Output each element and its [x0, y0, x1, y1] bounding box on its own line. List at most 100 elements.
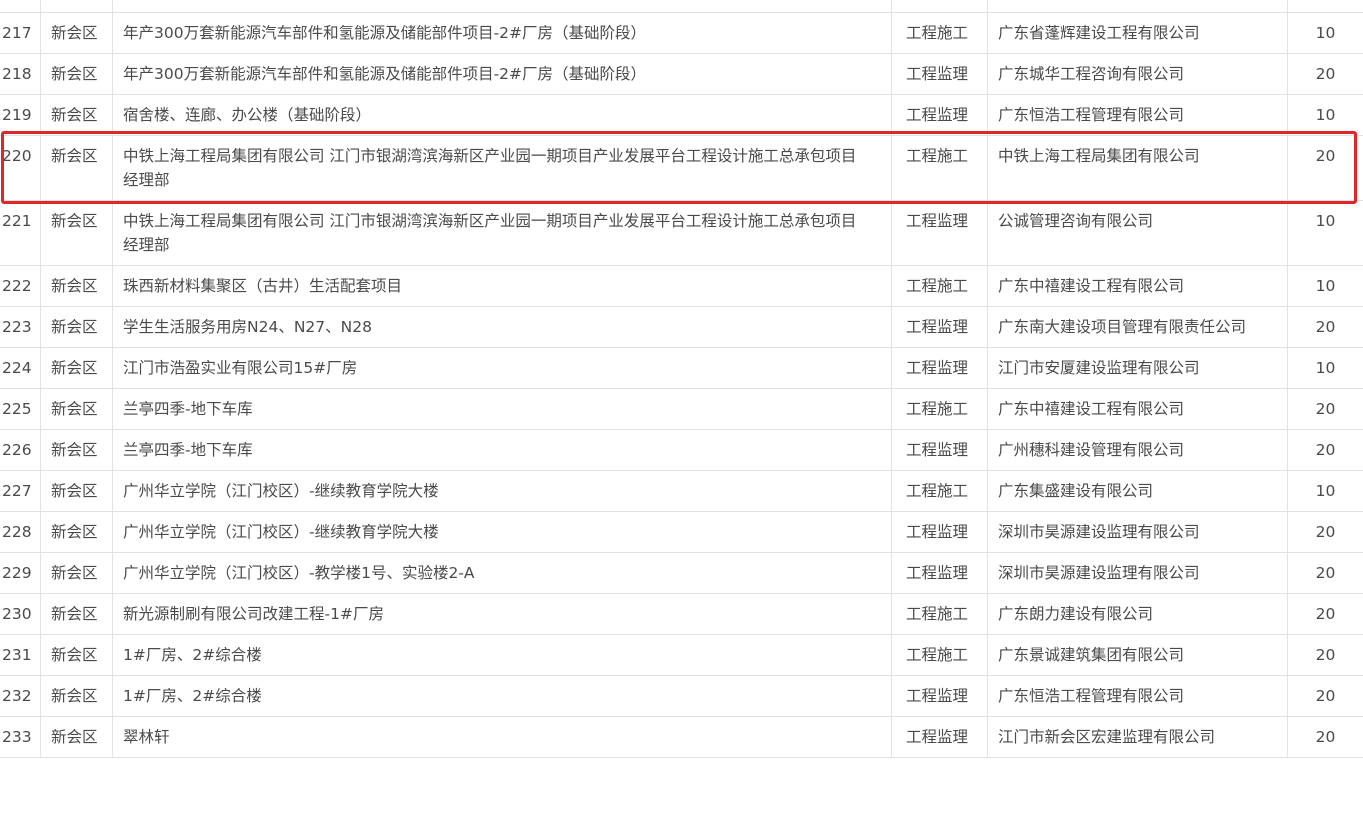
table-row: 220 新会区 中铁上海工程局集团有限公司 江门市银湖湾滨海新区产业园一期项目产… — [0, 136, 1363, 201]
table-row: 217 新会区 年产300万套新能源汽车部件和氢能源及储能部件项目-2#厂房（基… — [0, 13, 1363, 54]
table-viewport: 216 新会区 银湖湾电子信息产业园1#厂房 工程监理 江门市新会区冈州工程建设… — [0, 0, 1363, 834]
cell-work-type: 工程监理 — [892, 0, 988, 12]
table-row: 219 新会区 宿舍楼、连廊、办公楼（基础阶段） 工程监理 广东恒浩工程管理有限… — [0, 95, 1363, 136]
cell-project-name: 宿舍楼、连廊、办公楼（基础阶段） — [113, 95, 892, 135]
cell-project-name: 1#厂房、2#综合楼 — [113, 676, 892, 716]
cell-work-type: 工程监理 — [892, 307, 988, 347]
cell-score: 20 — [1315, 147, 1336, 165]
cell-project-name: 广州华立学院（江门校区）-继续教育学院大楼 — [113, 512, 892, 552]
cell-district: 新会区 — [41, 54, 113, 94]
table-row: 228 新会区 广州华立学院（江门校区）-继续教育学院大楼 工程监理 深圳市昊源… — [0, 512, 1363, 553]
cell-company: 广东恒浩工程管理有限公司 — [988, 95, 1288, 135]
results-table: 216 新会区 银湖湾电子信息产业园1#厂房 工程监理 江门市新会区冈州工程建设… — [0, 0, 1363, 758]
cell-district: 新会区 — [41, 95, 113, 135]
cell-score: 20 — [1315, 65, 1336, 83]
cell-score: 20 — [1315, 318, 1336, 336]
cell-district: 新会区 — [41, 389, 113, 429]
cell-number: 220 — [0, 136, 41, 200]
cell-company: 江门市新会区宏建监理有限公司 — [988, 717, 1288, 757]
cell-district: 新会区 — [41, 13, 113, 53]
cell-project-name: 兰亭四季-地下车库 — [113, 389, 892, 429]
cell-number: 219 — [0, 95, 41, 135]
cell-company: 广东省蓬辉建设工程有限公司 — [988, 13, 1288, 53]
cell-project-name: 珠西新材料集聚区（古井）生活配套项目 — [113, 266, 892, 306]
cell-project-name: 广州华立学院（江门校区）-教学楼1号、实验楼2-A — [113, 553, 892, 593]
cell-number: 230 — [0, 594, 41, 634]
cell-project-name: 学生生活服务用房N24、N27、N28 — [113, 307, 892, 347]
cell-score: 20 — [1315, 564, 1336, 582]
cell-district: 新会区 — [41, 512, 113, 552]
table-row: 225 新会区 兰亭四季-地下车库 工程施工 广东中禧建设工程有限公司 20 — [0, 389, 1363, 430]
cell-number: 229 — [0, 553, 41, 593]
cell-project-name: 年产300万套新能源汽车部件和氢能源及储能部件项目-2#厂房（基础阶段） — [113, 54, 892, 94]
cell-work-type: 工程施工 — [892, 389, 988, 429]
table-row: 229 新会区 广州华立学院（江门校区）-教学楼1号、实验楼2-A 工程监理 深… — [0, 553, 1363, 594]
cell-district: 新会区 — [41, 266, 113, 306]
cell-district: 新会区 — [41, 348, 113, 388]
cell-score: 10 — [1315, 24, 1336, 42]
cell-company: 深圳市昊源建设监理有限公司 — [988, 553, 1288, 593]
cell-number: 223 — [0, 307, 41, 347]
cell-work-type: 工程监理 — [892, 430, 988, 470]
cell-number: 228 — [0, 512, 41, 552]
cell-work-type: 工程监理 — [892, 717, 988, 757]
table-row: 233 新会区 翠林轩 工程监理 江门市新会区宏建监理有限公司 20 — [0, 717, 1363, 758]
cell-work-type: 工程监理 — [892, 95, 988, 135]
cell-number: 231 — [0, 635, 41, 675]
cell-company: 江门市安厦建设监理有限公司 — [988, 348, 1288, 388]
cell-project-name: 中铁上海工程局集团有限公司 江门市银湖湾滨海新区产业园一期项目产业发展平台工程设… — [113, 201, 892, 265]
table-row: 231 新会区 1#厂房、2#综合楼 工程施工 广东景诚建筑集团有限公司 20 — [0, 635, 1363, 676]
cell-number: 226 — [0, 430, 41, 470]
cell-score: 10 — [1315, 482, 1336, 500]
cell-score: 20 — [1315, 646, 1336, 664]
table-row: 223 新会区 学生生活服务用房N24、N27、N28 工程监理 广东南大建设项… — [0, 307, 1363, 348]
cell-district: 新会区 — [41, 471, 113, 511]
cell-score: 20 — [1315, 687, 1336, 705]
cell-district: 新会区 — [41, 136, 113, 200]
cell-project-name: 银湖湾电子信息产业园1#厂房 — [113, 0, 892, 12]
table-row: 227 新会区 广州华立学院（江门校区）-继续教育学院大楼 工程施工 广东集盛建… — [0, 471, 1363, 512]
cell-project-name: 翠林轩 — [113, 717, 892, 757]
cell-district: 新会区 — [41, 430, 113, 470]
cell-company: 公诚管理咨询有限公司 — [988, 201, 1288, 265]
cell-district: 新会区 — [41, 635, 113, 675]
cell-number: 232 — [0, 676, 41, 716]
table-row: 232 新会区 1#厂房、2#综合楼 工程监理 广东恒浩工程管理有限公司 20 — [0, 676, 1363, 717]
cell-score: 10 — [1315, 277, 1336, 295]
cell-work-type: 工程施工 — [892, 635, 988, 675]
cell-project-name: 广州华立学院（江门校区）-继续教育学院大楼 — [113, 471, 892, 511]
cell-company: 广东恒浩工程管理有限公司 — [988, 676, 1288, 716]
cell-number: 227 — [0, 471, 41, 511]
cell-score: 10 — [1315, 212, 1336, 230]
cell-number: 216 — [0, 0, 41, 12]
cell-score: 20 — [1315, 400, 1336, 418]
cell-work-type: 工程监理 — [892, 201, 988, 265]
cell-number: 221 — [0, 201, 41, 265]
table-row: 216 新会区 银湖湾电子信息产业园1#厂房 工程监理 江门市新会区冈州工程建设… — [0, 0, 1363, 13]
cell-district: 新会区 — [41, 0, 113, 12]
cell-score: 10 — [1315, 106, 1336, 124]
cell-company: 广东集盛建设有限公司 — [988, 471, 1288, 511]
cell-project-name: 中铁上海工程局集团有限公司 江门市银湖湾滨海新区产业园一期项目产业发展平台工程设… — [113, 136, 892, 200]
cell-number: 218 — [0, 54, 41, 94]
cell-work-type: 工程监理 — [892, 512, 988, 552]
cell-project-name: 新光源制刷有限公司改建工程-1#厂房 — [113, 594, 892, 634]
cell-project-name: 兰亭四季-地下车库 — [113, 430, 892, 470]
cell-number: 224 — [0, 348, 41, 388]
table-row: 224 新会区 江门市浩盈实业有限公司15#厂房 工程监理 江门市安厦建设监理有… — [0, 348, 1363, 389]
cell-work-type: 工程监理 — [892, 553, 988, 593]
cell-score: 20 — [1288, 0, 1363, 12]
table-row: 218 新会区 年产300万套新能源汽车部件和氢能源及储能部件项目-2#厂房（基… — [0, 54, 1363, 95]
table-row: 221 新会区 中铁上海工程局集团有限公司 江门市银湖湾滨海新区产业园一期项目产… — [0, 201, 1363, 266]
table-row: 222 新会区 珠西新材料集聚区（古井）生活配套项目 工程施工 广东中禧建设工程… — [0, 266, 1363, 307]
cell-company: 广东中禧建设工程有限公司 — [988, 266, 1288, 306]
cell-company: 广东城华工程咨询有限公司 — [988, 54, 1288, 94]
cell-score: 20 — [1315, 441, 1336, 459]
cell-score: 20 — [1315, 605, 1336, 623]
cell-work-type: 工程施工 — [892, 13, 988, 53]
cell-work-type: 工程施工 — [892, 266, 988, 306]
cell-work-type: 工程监理 — [892, 676, 988, 716]
cell-number: 225 — [0, 389, 41, 429]
cell-district: 新会区 — [41, 307, 113, 347]
cell-company: 广东景诚建筑集团有限公司 — [988, 635, 1288, 675]
